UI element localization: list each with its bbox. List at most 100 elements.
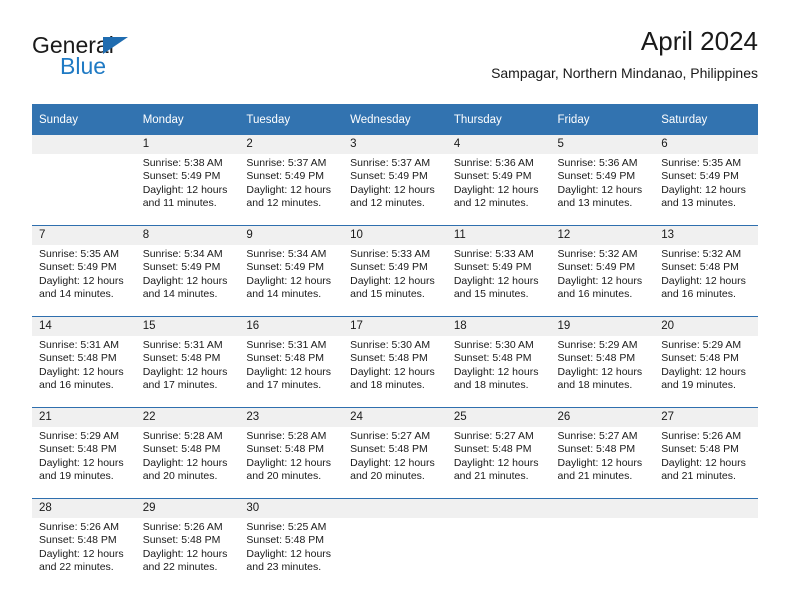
sunset-line: Sunset: 5:48 PM xyxy=(39,352,117,365)
sunset-line: Sunset: 5:48 PM xyxy=(453,443,532,456)
day-number: 22 xyxy=(135,408,240,427)
daylight-line-1: Daylight: 12 hours xyxy=(142,547,228,560)
calendar-day-cell[interactable]: 24 Sunrise: 5:27 AM Sunset: 5:48 PM Dayl… xyxy=(343,407,447,499)
sunrise-line: Sunrise: 5:38 AM xyxy=(142,157,223,169)
calendar-day-cell[interactable]: 22 Sunrise: 5:28 AM Sunset: 5:48 PM Dayl… xyxy=(135,407,240,499)
sunset-line: Sunset: 5:48 PM xyxy=(246,443,325,456)
calendar-day-cell[interactable]: 13 Sunrise: 5:32 AM Sunset: 5:48 PM Dayl… xyxy=(654,225,758,317)
calendar-day-cell[interactable]: 20 Sunrise: 5:29 AM Sunset: 5:48 PM Dayl… xyxy=(654,316,758,408)
calendar-day-cell[interactable]: 12 Sunrise: 5:32 AM Sunset: 5:49 PM Dayl… xyxy=(550,225,655,317)
daylight-line-2: and 16 minutes. xyxy=(557,288,633,301)
day-details xyxy=(32,154,136,157)
day-number: 21 xyxy=(32,408,136,427)
day-number: 24 xyxy=(343,408,447,427)
daylight-line-1: Daylight: 12 hours xyxy=(39,547,124,560)
daylight-line-1: Daylight: 12 hours xyxy=(661,456,746,469)
sunset-line: Sunset: 5:49 PM xyxy=(557,261,636,274)
sunrise-line: Sunrise: 5:25 AM xyxy=(246,521,327,533)
calendar-week-row: 14 Sunrise: 5:31 AM Sunset: 5:48 PM Dayl… xyxy=(32,316,758,408)
sunrise-line: Sunrise: 5:35 AM xyxy=(661,157,742,169)
sunrise-line: Sunrise: 5:26 AM xyxy=(142,521,223,533)
calendar-day-cell[interactable]: 14 Sunrise: 5:31 AM Sunset: 5:48 PM Dayl… xyxy=(32,316,136,408)
calendar-day-cell[interactable]: 25 Sunrise: 5:27 AM Sunset: 5:48 PM Dayl… xyxy=(446,407,551,499)
calendar-day-cell[interactable]: 26 Sunrise: 5:27 AM Sunset: 5:48 PM Dayl… xyxy=(550,407,655,499)
sunrise-line: Sunrise: 5:30 AM xyxy=(350,339,431,351)
calendar-day-cell[interactable] xyxy=(550,498,655,589)
sunset-line: Sunset: 5:48 PM xyxy=(246,352,325,365)
calendar-day-cell[interactable]: 1 Sunrise: 5:38 AM Sunset: 5:49 PM Dayli… xyxy=(135,135,240,226)
calendar-day-cell[interactable]: 18 Sunrise: 5:30 AM Sunset: 5:48 PM Dayl… xyxy=(446,316,551,408)
daylight-line-1: Daylight: 12 hours xyxy=(557,274,643,287)
daylight-line-1: Daylight: 12 hours xyxy=(246,456,332,469)
page-subtitle: Sampagar, Northern Mindanao, Philippines xyxy=(491,65,758,81)
calendar-day-cell[interactable]: 9 Sunrise: 5:34 AM Sunset: 5:49 PM Dayli… xyxy=(239,225,344,317)
sunset-line: Sunset: 5:49 PM xyxy=(39,261,117,274)
day-details: Sunrise: 5:38 AM Sunset: 5:49 PM Dayligh… xyxy=(136,154,240,211)
calendar-day-cell[interactable]: 21 Sunrise: 5:29 AM Sunset: 5:48 PM Dayl… xyxy=(32,407,136,499)
calendar-day-cell[interactable]: 5 Sunrise: 5:36 AM Sunset: 5:49 PM Dayli… xyxy=(550,135,655,226)
sunrise-line: Sunrise: 5:26 AM xyxy=(661,430,742,442)
day-details: Sunrise: 5:33 AM Sunset: 5:49 PM Dayligh… xyxy=(447,245,551,302)
day-details: Sunrise: 5:27 AM Sunset: 5:48 PM Dayligh… xyxy=(343,427,447,484)
calendar-day-cell[interactable]: 15 Sunrise: 5:31 AM Sunset: 5:48 PM Dayl… xyxy=(135,316,240,408)
day-details: Sunrise: 5:29 AM Sunset: 5:48 PM Dayligh… xyxy=(551,336,655,393)
calendar-day-cell[interactable]: 8 Sunrise: 5:34 AM Sunset: 5:49 PM Dayli… xyxy=(135,225,240,317)
sunset-line: Sunset: 5:48 PM xyxy=(142,443,221,456)
daylight-line-1: Daylight: 12 hours xyxy=(39,365,124,378)
calendar-day-cell[interactable]: 19 Sunrise: 5:29 AM Sunset: 5:48 PM Dayl… xyxy=(550,316,655,408)
daylight-line-2: and 19 minutes. xyxy=(39,470,114,483)
sunset-line: Sunset: 5:49 PM xyxy=(246,170,325,183)
day-number: 2 xyxy=(239,135,344,154)
calendar-day-cell[interactable]: 27 Sunrise: 5:26 AM Sunset: 5:48 PM Dayl… xyxy=(654,407,758,499)
daylight-line-1: Daylight: 12 hours xyxy=(453,274,539,287)
calendar-day-cell[interactable]: 16 Sunrise: 5:31 AM Sunset: 5:48 PM Dayl… xyxy=(239,316,344,408)
daylight-line-1: Daylight: 12 hours xyxy=(246,547,332,560)
calendar-day-cell[interactable]: 7 Sunrise: 5:35 AM Sunset: 5:49 PM Dayli… xyxy=(32,225,136,317)
calendar-day-cell[interactable]: 10 Sunrise: 5:33 AM Sunset: 5:49 PM Dayl… xyxy=(343,225,447,317)
calendar-day-cell[interactable]: 23 Sunrise: 5:28 AM Sunset: 5:48 PM Dayl… xyxy=(239,407,344,499)
daylight-line-2: and 16 minutes. xyxy=(39,379,114,392)
daylight-line-1: Daylight: 12 hours xyxy=(142,183,228,196)
general-blue-logo[interactable]: General Blue xyxy=(32,34,202,90)
day-number: 5 xyxy=(550,135,655,154)
sunset-line: Sunset: 5:49 PM xyxy=(246,261,325,274)
daylight-line-2: and 17 minutes. xyxy=(142,379,218,392)
day-number: 4 xyxy=(446,135,551,154)
calendar-day-cell[interactable] xyxy=(446,498,551,589)
day-details: Sunrise: 5:37 AM Sunset: 5:49 PM Dayligh… xyxy=(239,154,343,211)
calendar-day-cell[interactable]: 29 Sunrise: 5:26 AM Sunset: 5:48 PM Dayl… xyxy=(135,498,240,589)
day-number: 20 xyxy=(654,317,758,336)
calendar-day-cell[interactable]: 2 Sunrise: 5:37 AM Sunset: 5:49 PM Dayli… xyxy=(239,135,344,226)
calendar-day-cell[interactable]: 28 Sunrise: 5:26 AM Sunset: 5:48 PM Dayl… xyxy=(32,498,136,589)
daylight-line-2: and 18 minutes. xyxy=(453,379,529,392)
calendar-day-cell[interactable]: 3 Sunrise: 5:37 AM Sunset: 5:49 PM Dayli… xyxy=(343,135,447,226)
sunset-line: Sunset: 5:48 PM xyxy=(557,352,636,365)
sunset-line: Sunset: 5:48 PM xyxy=(661,352,739,365)
daylight-line-1: Daylight: 12 hours xyxy=(350,274,435,287)
calendar-day-cell[interactable] xyxy=(654,498,758,589)
sunset-line: Sunset: 5:48 PM xyxy=(350,352,428,365)
calendar-day-cell[interactable] xyxy=(343,498,447,589)
day-details: Sunrise: 5:34 AM Sunset: 5:49 PM Dayligh… xyxy=(136,245,240,302)
calendar-header-row: Sunday Monday Tuesday Wednesday Thursday… xyxy=(32,104,758,135)
calendar-day-cell[interactable]: 11 Sunrise: 5:33 AM Sunset: 5:49 PM Dayl… xyxy=(446,225,551,317)
calendar-day-cell[interactable]: 30 Sunrise: 5:25 AM Sunset: 5:48 PM Dayl… xyxy=(239,498,344,589)
calendar-day-cell[interactable]: 17 Sunrise: 5:30 AM Sunset: 5:48 PM Dayl… xyxy=(343,316,447,408)
daylight-line-1: Daylight: 12 hours xyxy=(557,456,643,469)
sunset-line: Sunset: 5:48 PM xyxy=(39,534,117,547)
sunrise-line: Sunrise: 5:37 AM xyxy=(246,157,327,169)
calendar-day-cell[interactable]: 6 Sunrise: 5:35 AM Sunset: 5:49 PM Dayli… xyxy=(654,135,758,226)
day-number: 1 xyxy=(135,135,240,154)
calendar-day-cell[interactable] xyxy=(32,135,136,226)
daylight-line-1: Daylight: 12 hours xyxy=(661,183,746,196)
weekday-header-monday: Monday xyxy=(135,104,240,135)
day-details: Sunrise: 5:29 AM Sunset: 5:48 PM Dayligh… xyxy=(654,336,758,393)
daylight-line-1: Daylight: 12 hours xyxy=(453,183,539,196)
sunrise-line: Sunrise: 5:29 AM xyxy=(39,430,119,442)
sunrise-line: Sunrise: 5:32 AM xyxy=(661,248,742,260)
day-details: Sunrise: 5:29 AM Sunset: 5:48 PM Dayligh… xyxy=(32,427,136,484)
daylight-line-2: and 15 minutes. xyxy=(453,288,529,301)
calendar-day-cell[interactable]: 4 Sunrise: 5:36 AM Sunset: 5:49 PM Dayli… xyxy=(446,135,551,226)
daylight-line-2: and 21 minutes. xyxy=(661,470,736,483)
day-number: 28 xyxy=(32,499,136,518)
